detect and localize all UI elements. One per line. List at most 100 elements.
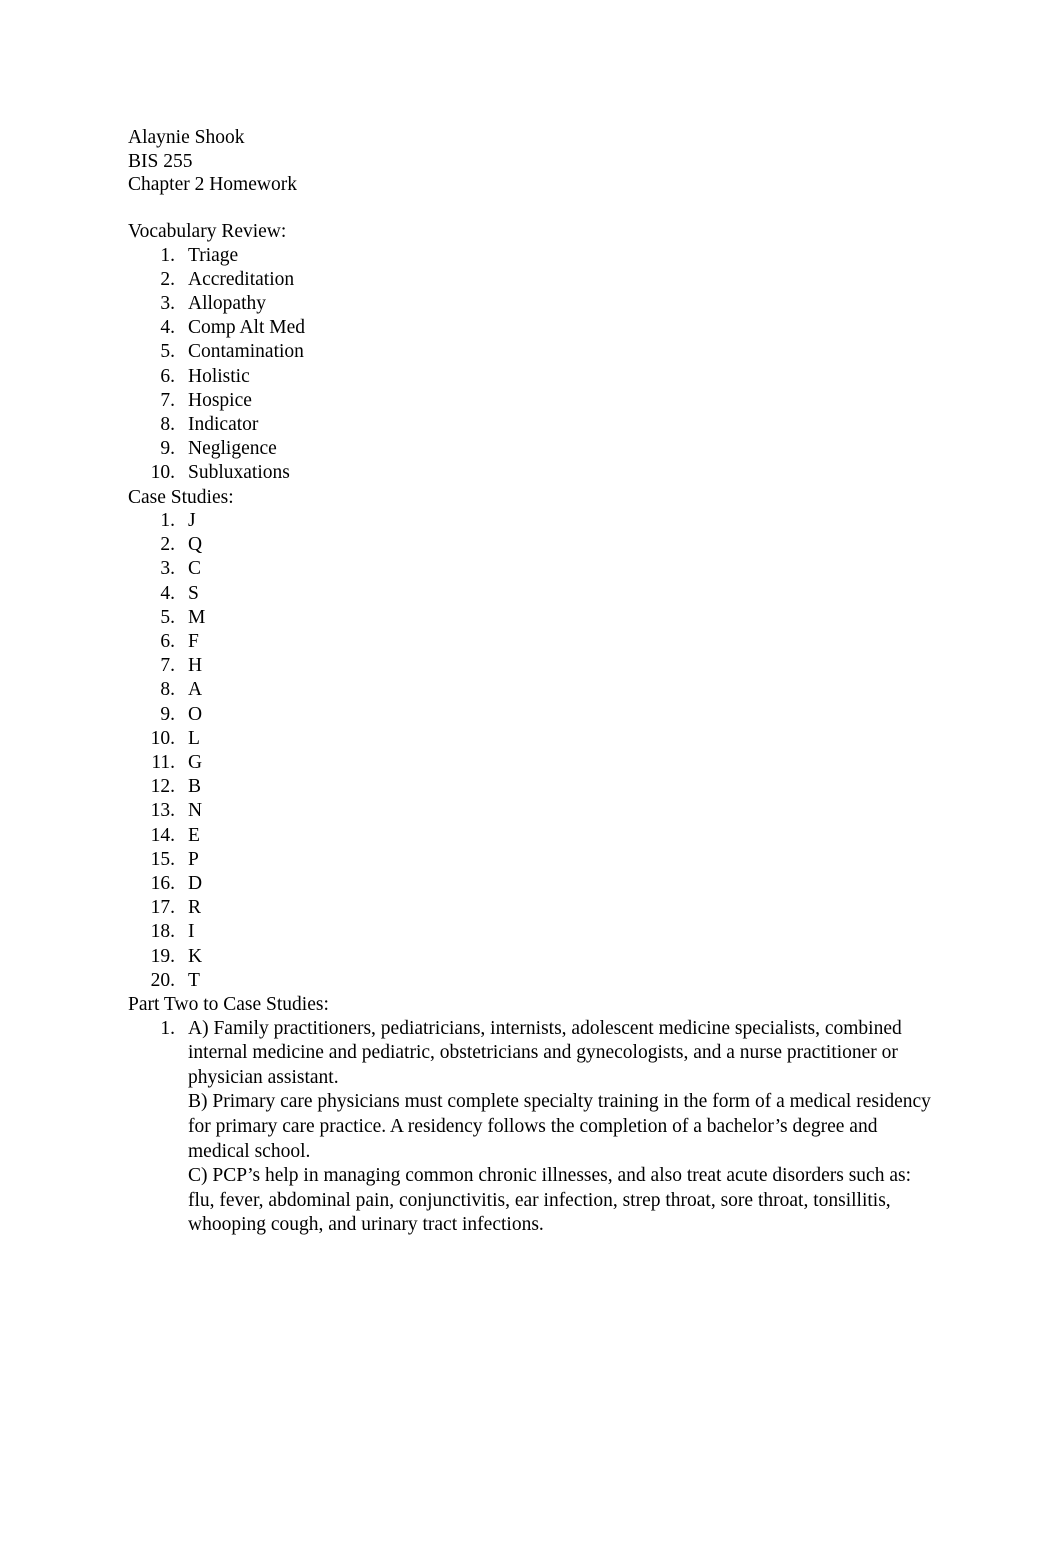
list-item: 17. R [128,896,935,920]
list-marker: 9. [160,438,175,460]
list-item: 3. C [128,557,935,581]
list-marker: 14. [150,824,175,846]
list-item-label: Hospice [188,389,252,411]
list-item: 6. Holistic [128,365,935,389]
list-item: 16. D [128,872,935,896]
list-item: 3. Allopathy [128,292,935,316]
list-item: 7. H [128,654,935,678]
document-heading: Alaynie Shook BIS 255 Chapter 2 Homework [128,126,935,220]
list-item: 2. Q [128,533,935,557]
course-code: BIS 255 [128,150,193,172]
list-item-label: G [188,752,203,774]
list-marker: 6. [160,365,175,387]
list-item: 18. I [128,920,935,944]
list-item: 19. K [128,945,935,969]
answer-part-a: A) Family practitioners, pediatricians, … [188,1017,902,1088]
list-marker: 3. [160,292,175,314]
list-marker: 5. [160,341,175,363]
list-marker: 1. [160,1017,175,1039]
list-item: 10. Subluxations [128,461,935,485]
student-name: Alaynie Shook [128,127,245,148]
list-item: 5. Contamination [128,340,935,364]
list-item-label: P [188,848,199,870]
heading-spacer [128,197,935,221]
section-label-part-two: Part Two to Case Studies: [128,994,329,1016]
list-item-label: F [188,631,199,653]
list-marker: 5. [160,606,175,628]
list-marker: 4. [160,582,175,604]
list-item-label: Negligence [188,438,277,460]
list-item-label: S [188,582,199,604]
list-item: 10. L [128,727,935,751]
list-item-label: Indicator [188,413,259,435]
list-marker: 11. [151,752,175,774]
list-marker: 7. [160,655,175,677]
list-item-label: E [188,824,200,846]
list-marker: 19. [150,945,175,967]
list-marker: 15. [150,848,175,870]
list-marker: 2. [160,534,175,556]
list-item-label: L [188,727,200,749]
answer-part-c: C) PCP’s help in managing common chronic… [188,1165,911,1236]
list-marker: 8. [160,679,175,701]
list-item: 8. A [128,678,935,702]
list-item-label: D [188,873,203,895]
list-marker: 4. [160,317,175,339]
list-item: 2. Accreditation [128,268,935,292]
list-item-label: I [188,921,195,943]
list-item-label: Allopathy [188,292,266,314]
list-item: 1. J [128,509,935,533]
answer-body: A) Family practitioners, pediatricians, … [188,1017,938,1238]
list-item: 9. Negligence [128,437,935,461]
list-item: 4. S [128,582,935,606]
list-item: 12. B [128,775,935,799]
list-marker: 9. [160,703,175,725]
list-item-label: A [188,679,203,701]
list-marker: 8. [160,413,175,435]
list-item-label: Q [188,534,203,556]
list-item-label: R [188,897,202,919]
list-item-label: Triage [188,244,239,266]
list-item: 1. A) Family practitioners, pediatrician… [128,1017,935,1238]
document-page: Alaynie Shook BIS 255 Chapter 2 Homework… [0,0,1062,1561]
list-item: 14. E [128,824,935,848]
section-label-vocabulary-review: Vocabulary Review: [128,221,287,242]
list-item-label: H [188,655,203,677]
section-label-case-studies: Case Studies: [128,486,234,508]
list-item-label: C [188,558,202,580]
list-item: 4. Comp Alt Med [128,316,935,340]
list-marker: 17. [150,897,175,919]
case-studies-list: 1. J 2. Q 3. C 4. S 5. M 6. F 7. H 8. A 9. O 10. L… [128,509,935,993]
list-item: 11. G [128,751,935,775]
list-item: 5. M [128,606,935,630]
list-item: 6. F [128,630,935,654]
list-item-label: Contamination [188,341,304,363]
list-marker: 12. [150,776,175,798]
list-marker: 1. [160,510,175,532]
list-item-label: M [188,606,206,628]
list-item-label: B [188,776,202,798]
list-marker: 16. [150,873,175,895]
list-item-label: T [188,969,200,991]
list-marker: 2. [160,268,175,290]
list-item: 13. N [128,799,935,823]
list-item: 9. O [128,703,935,727]
list-item-label: Subluxations [188,462,290,484]
assignment-title: Chapter 2 Homework [128,174,297,195]
list-marker: 18. [150,921,175,943]
list-marker: 1. [160,244,175,266]
list-marker: 3. [160,558,175,580]
answer-part-b: B) Primary care physicians must complete… [188,1091,931,1162]
list-item-label: Comp Alt Med [188,317,306,339]
list-item-label: N [188,800,203,822]
list-item-label: J [188,510,196,532]
list-item-label: K [188,945,203,967]
list-item: 7. Hospice [128,389,935,413]
part-two-answers-list: 1. A) Family practitioners, pediatrician… [128,1017,935,1238]
list-marker: 10. [150,727,175,749]
list-marker: 6. [160,631,175,653]
list-marker: 10. [150,462,175,484]
document-body: Alaynie Shook BIS 255 Chapter 2 Homework… [128,126,935,1238]
list-item-label: O [188,703,203,725]
list-item: 15. P [128,848,935,872]
